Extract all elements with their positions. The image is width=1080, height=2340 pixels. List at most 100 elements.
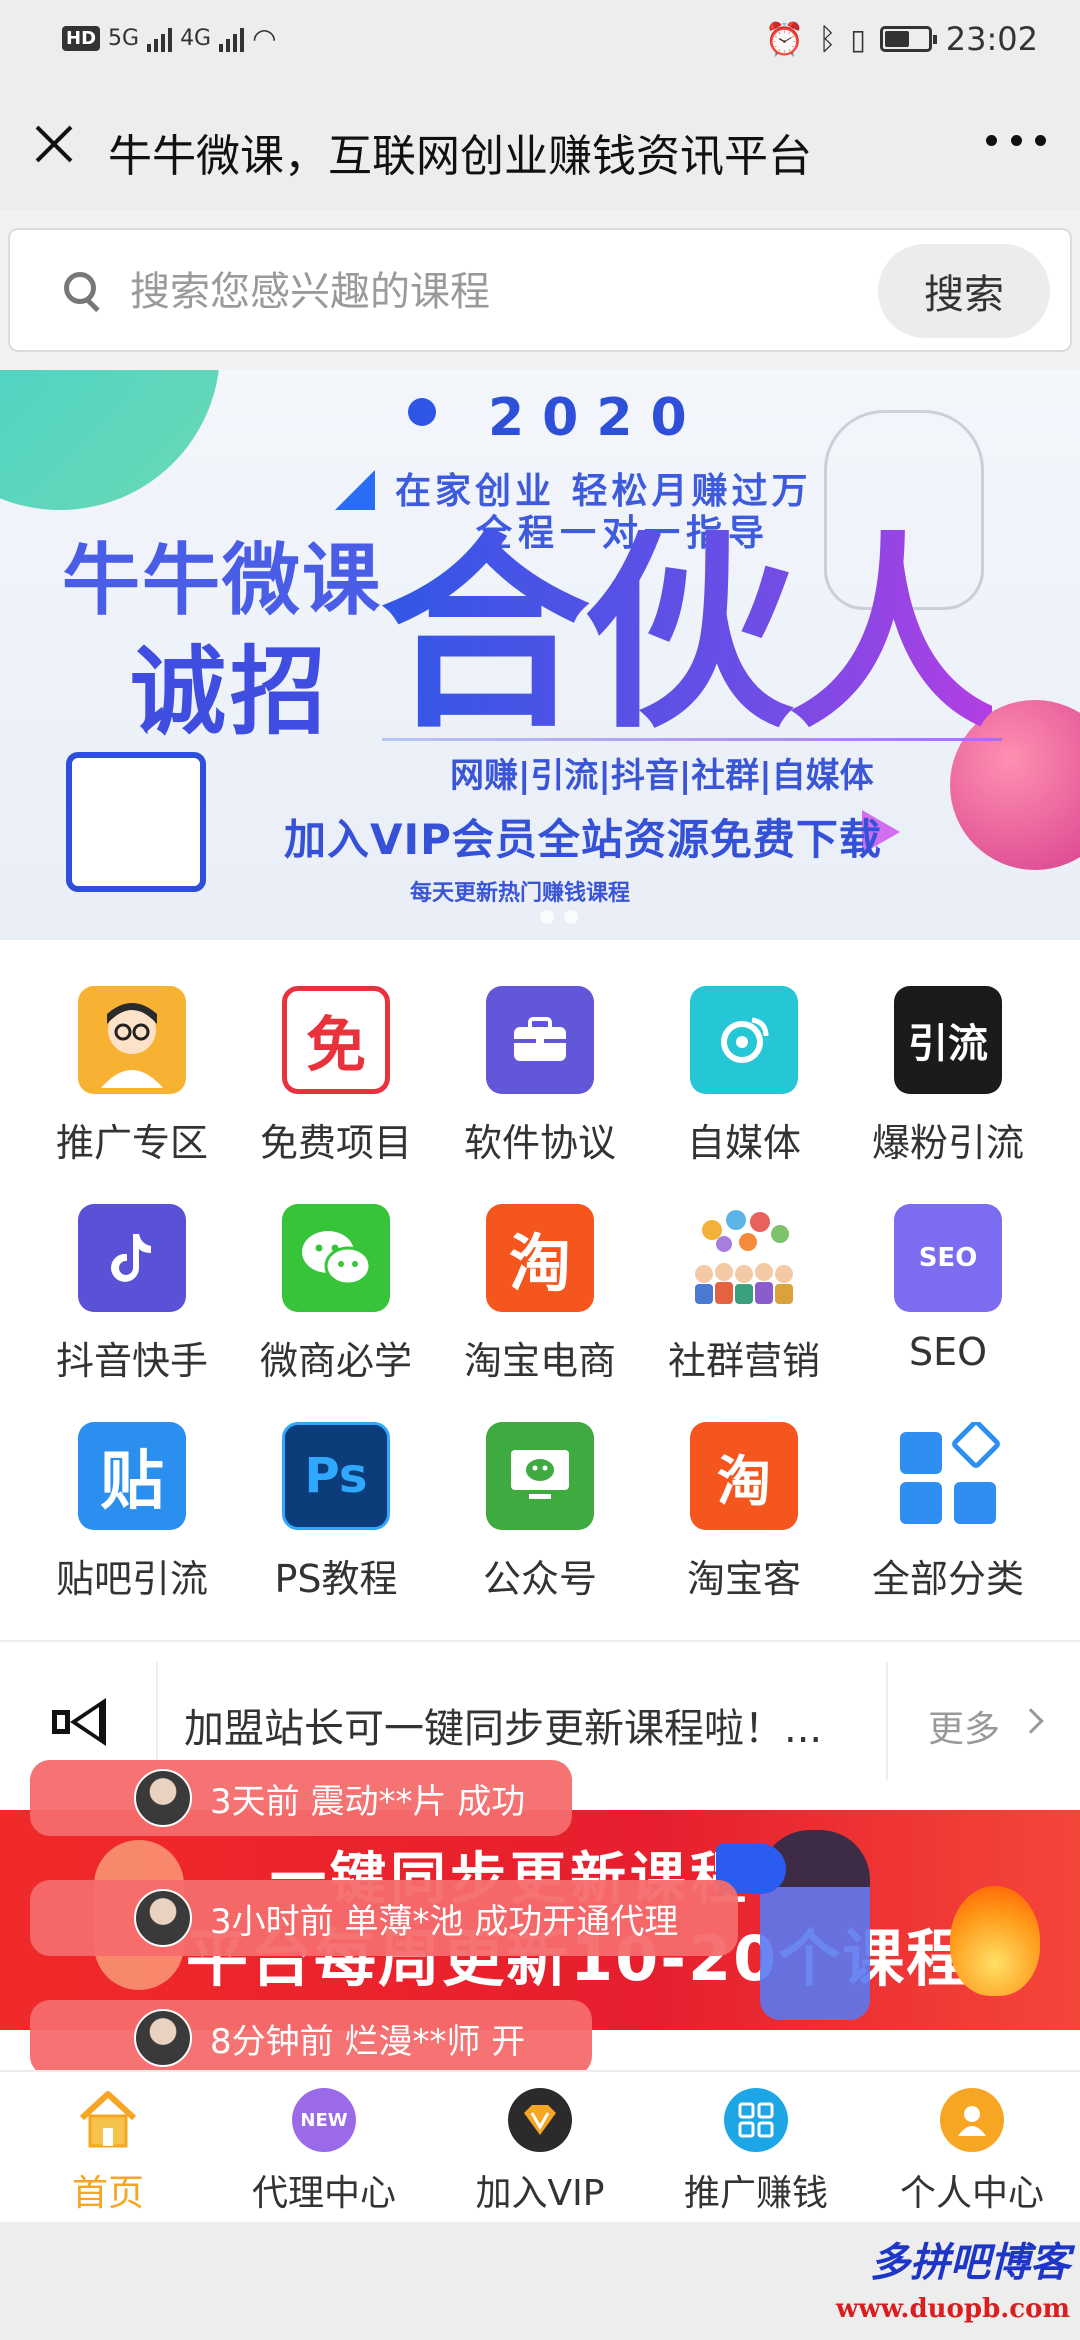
toast-text: 3小时前 单薄*池 成功开通代理 xyxy=(210,1901,679,1942)
official-account-icon xyxy=(486,1422,594,1530)
chevron-right-icon[interactable] xyxy=(1018,1708,1044,1734)
banner-divider xyxy=(382,738,1002,741)
banner-decoration xyxy=(335,470,375,510)
tab-promote-earn[interactable]: 推广赚钱 xyxy=(648,2072,864,2222)
carousel-pager xyxy=(540,910,578,924)
search-area: 搜索 xyxy=(0,210,1080,370)
category-item[interactable]: 免 免费项目 xyxy=(228,960,444,1165)
community-icon xyxy=(690,1204,798,1312)
category-item[interactable]: 淘 淘宝电商 xyxy=(432,1178,648,1383)
seo-icon: SEO xyxy=(894,1204,1002,1312)
search-box: 搜索 xyxy=(8,228,1072,352)
watermark-title: 多拼吧博客 xyxy=(870,2239,1070,2286)
network-5g-label: 5G xyxy=(108,26,140,51)
banner-join-text: 加入VIP会员全站资源免费下载 xyxy=(284,815,882,864)
category-item[interactable]: 软件协议 xyxy=(432,960,648,1165)
wechat-icon xyxy=(282,1204,390,1312)
signal-4g-icon xyxy=(219,26,245,52)
divider xyxy=(886,1662,888,1780)
category-label: 免费项目 xyxy=(259,1121,412,1165)
network-4g-label: 4G xyxy=(180,26,212,51)
battery-icon xyxy=(879,26,937,52)
category-item[interactable]: 微商必学 xyxy=(228,1178,444,1383)
photoshop-icon: Ps xyxy=(282,1422,390,1530)
new-icon: NEW xyxy=(292,2088,356,2152)
category-label: PS教程 xyxy=(274,1557,398,1601)
traffic-icon: 引流 xyxy=(894,986,1002,1094)
category-item[interactable]: 社群营销 xyxy=(636,1178,852,1383)
free-icon: 免 xyxy=(282,986,390,1094)
category-label: 贴吧引流 xyxy=(55,1557,208,1601)
avatar xyxy=(134,1889,192,1947)
avatar xyxy=(134,1769,192,1827)
divider xyxy=(0,1640,1080,1642)
category-label: 微商必学 xyxy=(259,1339,412,1383)
category-item[interactable]: SEO SEO xyxy=(840,1178,1056,1378)
avatar xyxy=(134,2009,192,2067)
hero-banner[interactable]: 2020 在家创业 轻松月赚过万 全程一对一指导 牛牛微课 诚招 合伙人 网赚|… xyxy=(0,370,1080,940)
category-item[interactable]: 贴 贴吧引流 xyxy=(24,1396,240,1601)
close-icon[interactable] xyxy=(26,116,82,172)
category-item[interactable]: 引流 爆粉引流 xyxy=(840,960,1056,1165)
search-input[interactable] xyxy=(130,264,830,320)
tiktok-icon xyxy=(78,1204,186,1312)
tab-join-vip[interactable]: 加入VIP xyxy=(432,2072,648,2222)
megaphone-icon xyxy=(44,1694,114,1750)
category-label: 爆粉引流 xyxy=(871,1121,1024,1165)
title-bar: 牛牛微课，互联网创业赚钱资讯平台 xyxy=(0,80,1080,210)
tab-label: 推广赚钱 xyxy=(683,2173,828,2214)
category-label: 推广专区 xyxy=(55,1121,208,1165)
category-item[interactable]: 推广专区 xyxy=(24,960,240,1165)
search-icon xyxy=(62,270,102,310)
avatar-icon xyxy=(78,986,186,1094)
banner-recruit: 诚招 xyxy=(130,636,330,748)
tab-label: 加入VIP xyxy=(475,2173,605,2214)
toast-text: 8分钟前 烂漫**师 开 xyxy=(210,2021,526,2062)
banner-year: 2020 xyxy=(488,388,705,448)
bottom-tab-bar: 首页 NEW 代理中心 加入VIP 推广赚钱 个人中心 xyxy=(0,2070,1080,2220)
taobaoke-icon: 淘 xyxy=(690,1422,798,1530)
tab-agent-center[interactable]: NEW 代理中心 xyxy=(216,2072,432,2222)
watermark: 多拼吧博客 www.duopb.com xyxy=(836,2230,1070,2324)
vip-icon xyxy=(508,2088,572,2152)
category-label: 淘宝客 xyxy=(686,1557,801,1601)
page-title: 牛牛微课，互联网创业赚钱资讯平台 xyxy=(108,131,812,182)
category-item[interactable]: Ps PS教程 xyxy=(228,1396,444,1601)
all-categories-icon xyxy=(894,1422,1002,1530)
notice-text[interactable]: 加盟站长可一键同步更新课程啦！... xyxy=(184,1696,822,1754)
user-icon xyxy=(940,2088,1004,2152)
home-icon xyxy=(76,2088,140,2152)
bluetooth-icon: ᛒ xyxy=(818,21,837,57)
taobao-icon: 淘 xyxy=(486,1204,594,1312)
category-item[interactable]: 自媒体 xyxy=(636,960,852,1165)
tieba-icon: 贴 xyxy=(78,1422,186,1530)
network-indicators: HD 5G 4G ◠ xyxy=(62,22,277,55)
clock: 23:02 xyxy=(945,20,1038,58)
activity-toast: 8分钟前 烂漫**师 开 xyxy=(30,2000,592,2076)
tab-label: 个人中心 xyxy=(899,2173,1044,2214)
hd-icon: HD xyxy=(62,26,101,51)
category-label: 公众号 xyxy=(482,1557,597,1601)
banner-headline: 合伙人 xyxy=(380,512,998,757)
category-label: 软件协议 xyxy=(463,1121,616,1165)
more-options-icon[interactable] xyxy=(986,120,1046,160)
category-label: 自媒体 xyxy=(686,1121,801,1165)
wifi-icon: ◠ xyxy=(252,22,277,55)
banner-daily-text: 每天更新热门赚钱课程 xyxy=(410,881,631,906)
category-item[interactable]: 全部分类 xyxy=(840,1396,1056,1601)
activity-toast: 3小时前 单薄*池 成功开通代理 xyxy=(30,1880,738,1956)
category-label: SEO xyxy=(908,1330,988,1374)
banner-dot xyxy=(408,398,436,426)
grid-icon xyxy=(724,2088,788,2152)
banner-decoration xyxy=(0,370,220,510)
tab-personal-center[interactable]: 个人中心 xyxy=(864,2072,1080,2222)
tab-home[interactable]: 首页 xyxy=(0,2072,216,2222)
category-label: 抖音快手 xyxy=(55,1339,208,1383)
category-item[interactable]: 抖音快手 xyxy=(24,1178,240,1383)
category-item[interactable]: 淘 淘宝客 xyxy=(636,1396,852,1601)
category-item[interactable]: 公众号 xyxy=(432,1396,648,1601)
more-link[interactable]: 更多 xyxy=(928,1700,1000,1752)
toast-text: 3天前 震动**片 成功 xyxy=(210,1781,526,1822)
vibrate-icon: ▯ xyxy=(850,22,866,56)
search-button[interactable]: 搜索 xyxy=(878,244,1050,338)
